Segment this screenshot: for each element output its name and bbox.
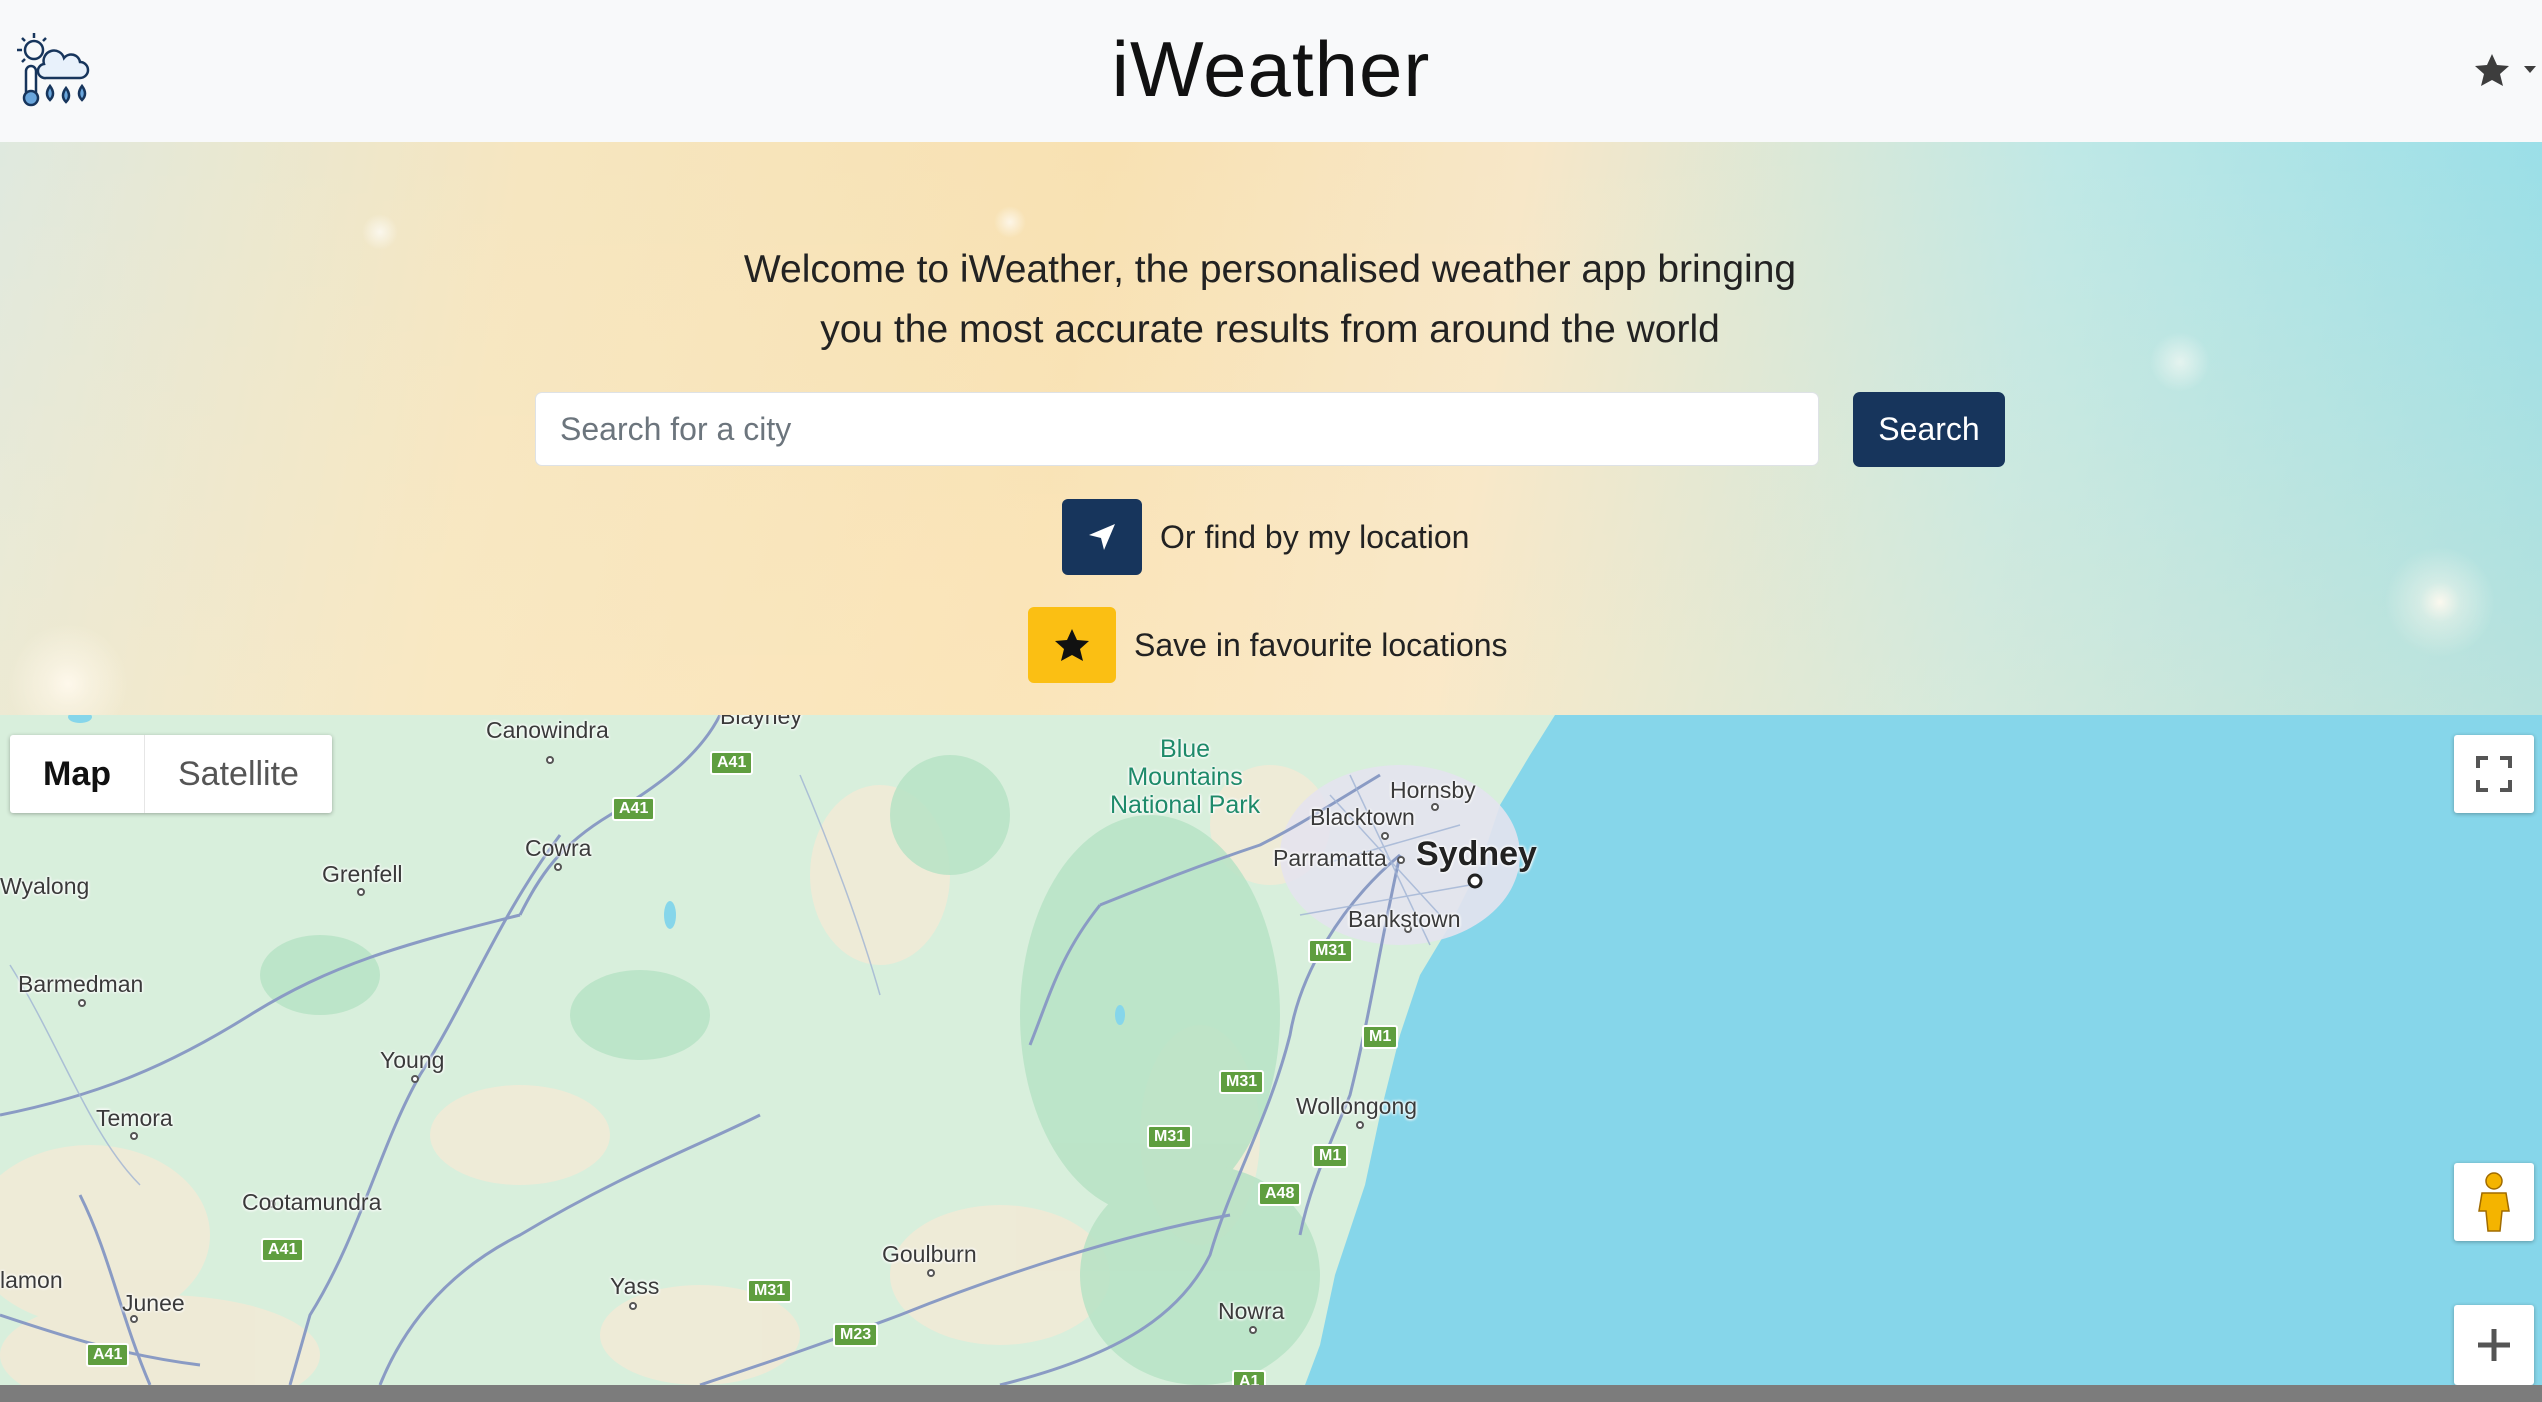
map-label-nowra: Nowra — [1218, 1298, 1285, 1324]
road-shield-m1: M1 — [1312, 1144, 1349, 1168]
search-button[interactable]: Search — [1853, 392, 2005, 467]
map-label-canowindra: Canowindra — [486, 717, 609, 743]
map-label-cowra: Cowra — [525, 835, 592, 861]
favourites-dropdown[interactable] — [2466, 42, 2542, 102]
road-shield-m1: M1 — [1362, 1025, 1399, 1049]
save-favourite[interactable]: Save in favourite locations — [1028, 607, 1508, 683]
road-shield-m31: M31 — [1308, 939, 1354, 963]
location-label: Or find by my location — [1160, 518, 1470, 555]
welcome-line-2: you the most accurate results from aroun… — [820, 308, 1720, 351]
park-line-1: Blue — [1160, 735, 1211, 763]
fullscreen-button[interactable] — [2454, 735, 2534, 813]
app-title: iWeather — [1111, 25, 1431, 113]
road-shield-m31: M31 — [1147, 1125, 1193, 1149]
map-view[interactable]: Canowindra Blayney Cowra Grenfell Wyalon… — [0, 715, 2542, 1385]
chevron-down-icon — [2524, 66, 2536, 73]
fullscreen-icon — [2476, 756, 2512, 792]
app-header: iWeather — [0, 0, 2542, 143]
location-button[interactable] — [1062, 499, 1142, 575]
map-label-blue-mountains-national-park: Blue Mountains National Park — [1110, 735, 1260, 819]
hero-banner: Welcome to iWeather, the personalised we… — [0, 142, 2542, 715]
map-type-satellite-button[interactable]: Satellite — [145, 735, 332, 813]
star-icon — [1055, 629, 1089, 661]
road-shield-a41: A41 — [86, 1343, 130, 1367]
map-label-barmedman: Barmedman — [18, 971, 144, 997]
zoom-in-button[interactable] — [2454, 1305, 2534, 1385]
park-line-3: National Park — [1110, 791, 1261, 819]
road-shield-m23: M23 — [833, 1323, 879, 1347]
road-shield-a1: A1 — [1232, 1370, 1267, 1385]
map-label-temora: Temora — [96, 1105, 173, 1131]
map-label-wyalong: Wyalong — [0, 873, 90, 899]
map-label-young: Young — [380, 1047, 445, 1073]
map-label-hornsby: Hornsby — [1390, 777, 1476, 803]
map-label-yass: Yass — [610, 1273, 660, 1299]
map-label-goulburn: Goulburn — [882, 1241, 977, 1267]
road-shield-a41: A41 — [261, 1238, 305, 1262]
star-icon — [2475, 54, 2509, 86]
map-type-control: Map Satellite — [10, 735, 332, 813]
welcome-message: Welcome to iWeather, the personalised we… — [600, 240, 1940, 360]
map-type-map-button[interactable]: Map — [10, 735, 145, 813]
city-search-input[interactable] — [535, 392, 1819, 466]
map-label-parramatta: Parramatta — [1273, 845, 1387, 871]
street-view-button[interactable] — [2454, 1163, 2534, 1241]
map-label-lamon: lamon — [0, 1267, 63, 1293]
map-label-junee: Junee — [122, 1290, 185, 1316]
favourite-button[interactable] — [1028, 607, 1116, 683]
road-shield-a41: A41 — [612, 797, 656, 821]
plus-icon — [2478, 1329, 2510, 1361]
favourite-label: Save in favourite locations — [1134, 626, 1508, 663]
map-label-sydney: Sydney — [1416, 835, 1537, 873]
road-shield-m31: M31 — [747, 1279, 793, 1303]
map-label-wollongong: Wollongong — [1296, 1093, 1418, 1119]
map-label-grenfell: Grenfell — [322, 861, 403, 887]
park-line-2: Mountains — [1127, 763, 1243, 791]
map-label-blayney: Blayney — [720, 715, 802, 729]
map-label-cootamundra: Cootamundra — [242, 1189, 382, 1215]
map-label-bankstown: Bankstown — [1348, 906, 1461, 932]
location-arrow-icon — [1089, 524, 1115, 550]
map-label-blacktown: Blacktown — [1310, 804, 1415, 830]
window-bottom-edge — [0, 1385, 2542, 1402]
street-view-pegman-icon — [2478, 1172, 2510, 1232]
welcome-line-1: Welcome to iWeather, the personalised we… — [743, 248, 1797, 291]
road-shield-a48: A48 — [1258, 1182, 1302, 1206]
road-shield-a41: A41 — [710, 751, 754, 775]
road-shield-m31: M31 — [1219, 1070, 1265, 1094]
find-by-location[interactable]: Or find by my location — [1062, 499, 1469, 575]
